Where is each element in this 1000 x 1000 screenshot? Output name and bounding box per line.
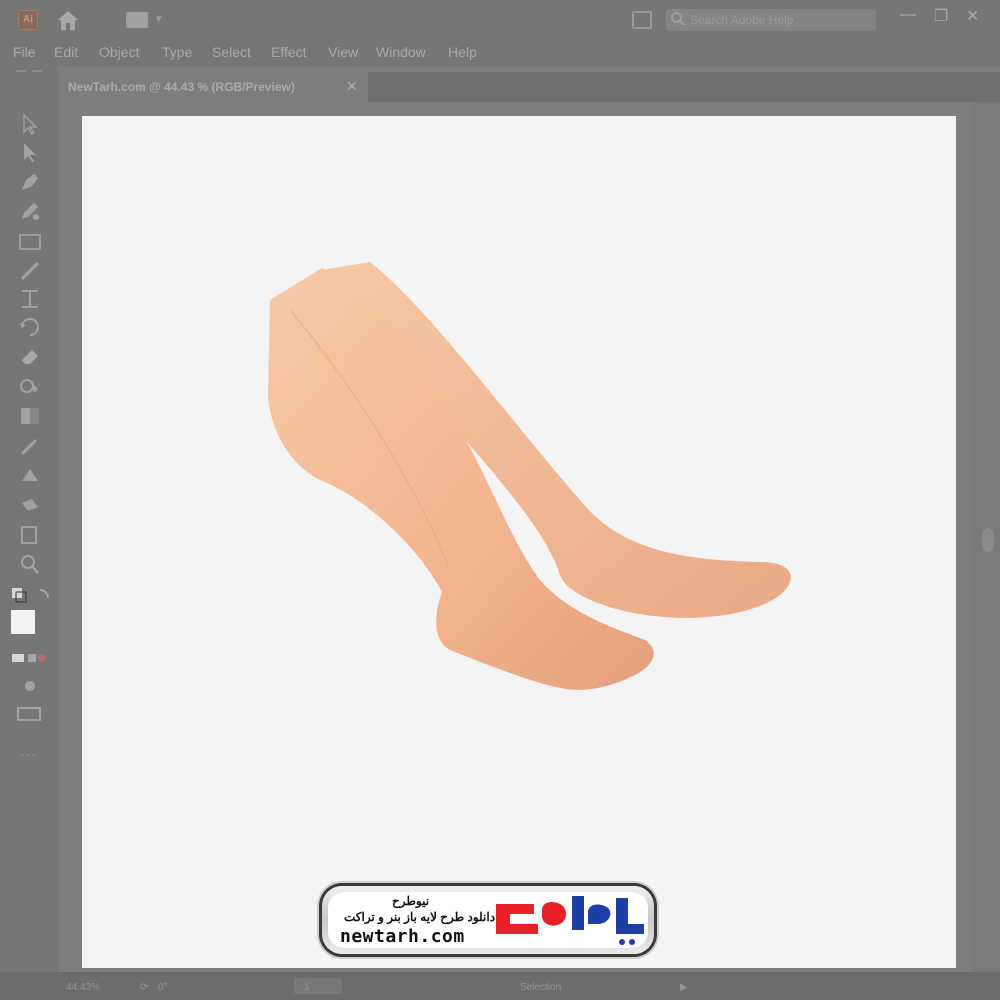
- width-tool-icon[interactable]: [16, 287, 44, 311]
- draw-mode-icon[interactable]: [18, 678, 42, 694]
- menu-type[interactable]: Type: [162, 44, 192, 60]
- direct-selection-tool-icon[interactable]: [16, 140, 44, 164]
- artboard-tool-icon[interactable]: [16, 523, 44, 547]
- illustrator-logo-icon: Ai: [18, 10, 38, 30]
- menu-select[interactable]: Select: [212, 44, 251, 60]
- arrange-documents-icon[interactable]: [632, 11, 652, 29]
- search-icon: [671, 12, 685, 26]
- status-bar: 44.43% ⟳ 0° 1 Selection ▶: [0, 972, 1000, 1000]
- close-tab-button[interactable]: ✕: [346, 78, 358, 95]
- swap-colors-icon[interactable]: [10, 586, 54, 604]
- document-tab-title: NewTarh.com @ 44.43 % (RGB/Preview): [68, 80, 295, 94]
- menu-edit[interactable]: Edit: [54, 44, 78, 60]
- symbol-sprayer-tool-icon[interactable]: [16, 493, 44, 517]
- eraser-tool-icon[interactable]: [16, 344, 44, 368]
- eyedropper-tool-icon[interactable]: [16, 434, 44, 458]
- artboard-navigator[interactable]: [294, 978, 342, 994]
- more-tools-icon[interactable]: ···: [20, 746, 37, 762]
- color-mode-icon[interactable]: [12, 651, 52, 665]
- blend-tool-icon[interactable]: [16, 463, 44, 487]
- menu-window[interactable]: Window: [376, 44, 426, 60]
- selection-tool-icon[interactable]: [16, 112, 44, 136]
- search-input[interactable]: [690, 11, 870, 29]
- gradient-tool-icon[interactable]: [16, 404, 44, 428]
- watermark-subtitle: دانلود طرح لایه باز بنر و تراکت: [344, 910, 496, 924]
- menu-bar: File Edit Object Type Select Effect View…: [0, 40, 1000, 66]
- rotate-view-icon[interactable]: ⟳: [140, 982, 148, 993]
- minimize-button[interactable]: —: [900, 6, 916, 24]
- play-icon[interactable]: ▶: [680, 982, 688, 993]
- menu-object[interactable]: Object: [99, 44, 139, 60]
- watermark-url: newtarh.com: [340, 926, 465, 947]
- restore-button[interactable]: ❐: [934, 6, 948, 26]
- menu-file[interactable]: File: [13, 44, 36, 60]
- rotation-value[interactable]: 0°: [158, 982, 168, 993]
- zoom-level[interactable]: 44.43%: [66, 982, 100, 993]
- fill-color-swatch[interactable]: [11, 610, 35, 634]
- menu-view[interactable]: View: [328, 44, 358, 60]
- chevron-down-icon[interactable]: ▾: [156, 12, 162, 25]
- scrollbar-thumb[interactable]: [982, 528, 994, 552]
- collapse-panel-icon[interactable]: [14, 66, 44, 76]
- watermark-title: نیوطرح: [392, 894, 430, 908]
- newtarh-logo-mark-icon: [496, 896, 644, 945]
- document-tab-strip: NewTarh.com @ 44.43 % (RGB/Preview) ✕: [58, 72, 1000, 102]
- menu-effect[interactable]: Effect: [271, 44, 307, 60]
- rotate-tool-icon[interactable]: [16, 315, 44, 339]
- pen-tool-icon[interactable]: [16, 170, 44, 194]
- current-tool-status[interactable]: Selection: [520, 982, 561, 993]
- rectangle-tool-icon[interactable]: [16, 230, 44, 254]
- close-window-button[interactable]: ✕: [966, 6, 979, 26]
- shape-builder-tool-icon[interactable]: [16, 374, 44, 398]
- artboard-number[interactable]: 1: [304, 982, 310, 993]
- document-tab[interactable]: NewTarh.com @ 44.43 % (RGB/Preview) ✕: [58, 72, 368, 102]
- screen-mode-icon[interactable]: [16, 705, 44, 723]
- pencil-tool-icon[interactable]: [16, 199, 44, 223]
- workspace-switcher-icon[interactable]: [126, 12, 148, 28]
- home-icon[interactable]: [56, 9, 80, 31]
- brush-tool-icon[interactable]: [16, 259, 44, 283]
- zoom-tool-icon[interactable]: [16, 552, 44, 576]
- legs-illustration[interactable]: [260, 250, 820, 720]
- menu-help[interactable]: Help: [448, 44, 477, 60]
